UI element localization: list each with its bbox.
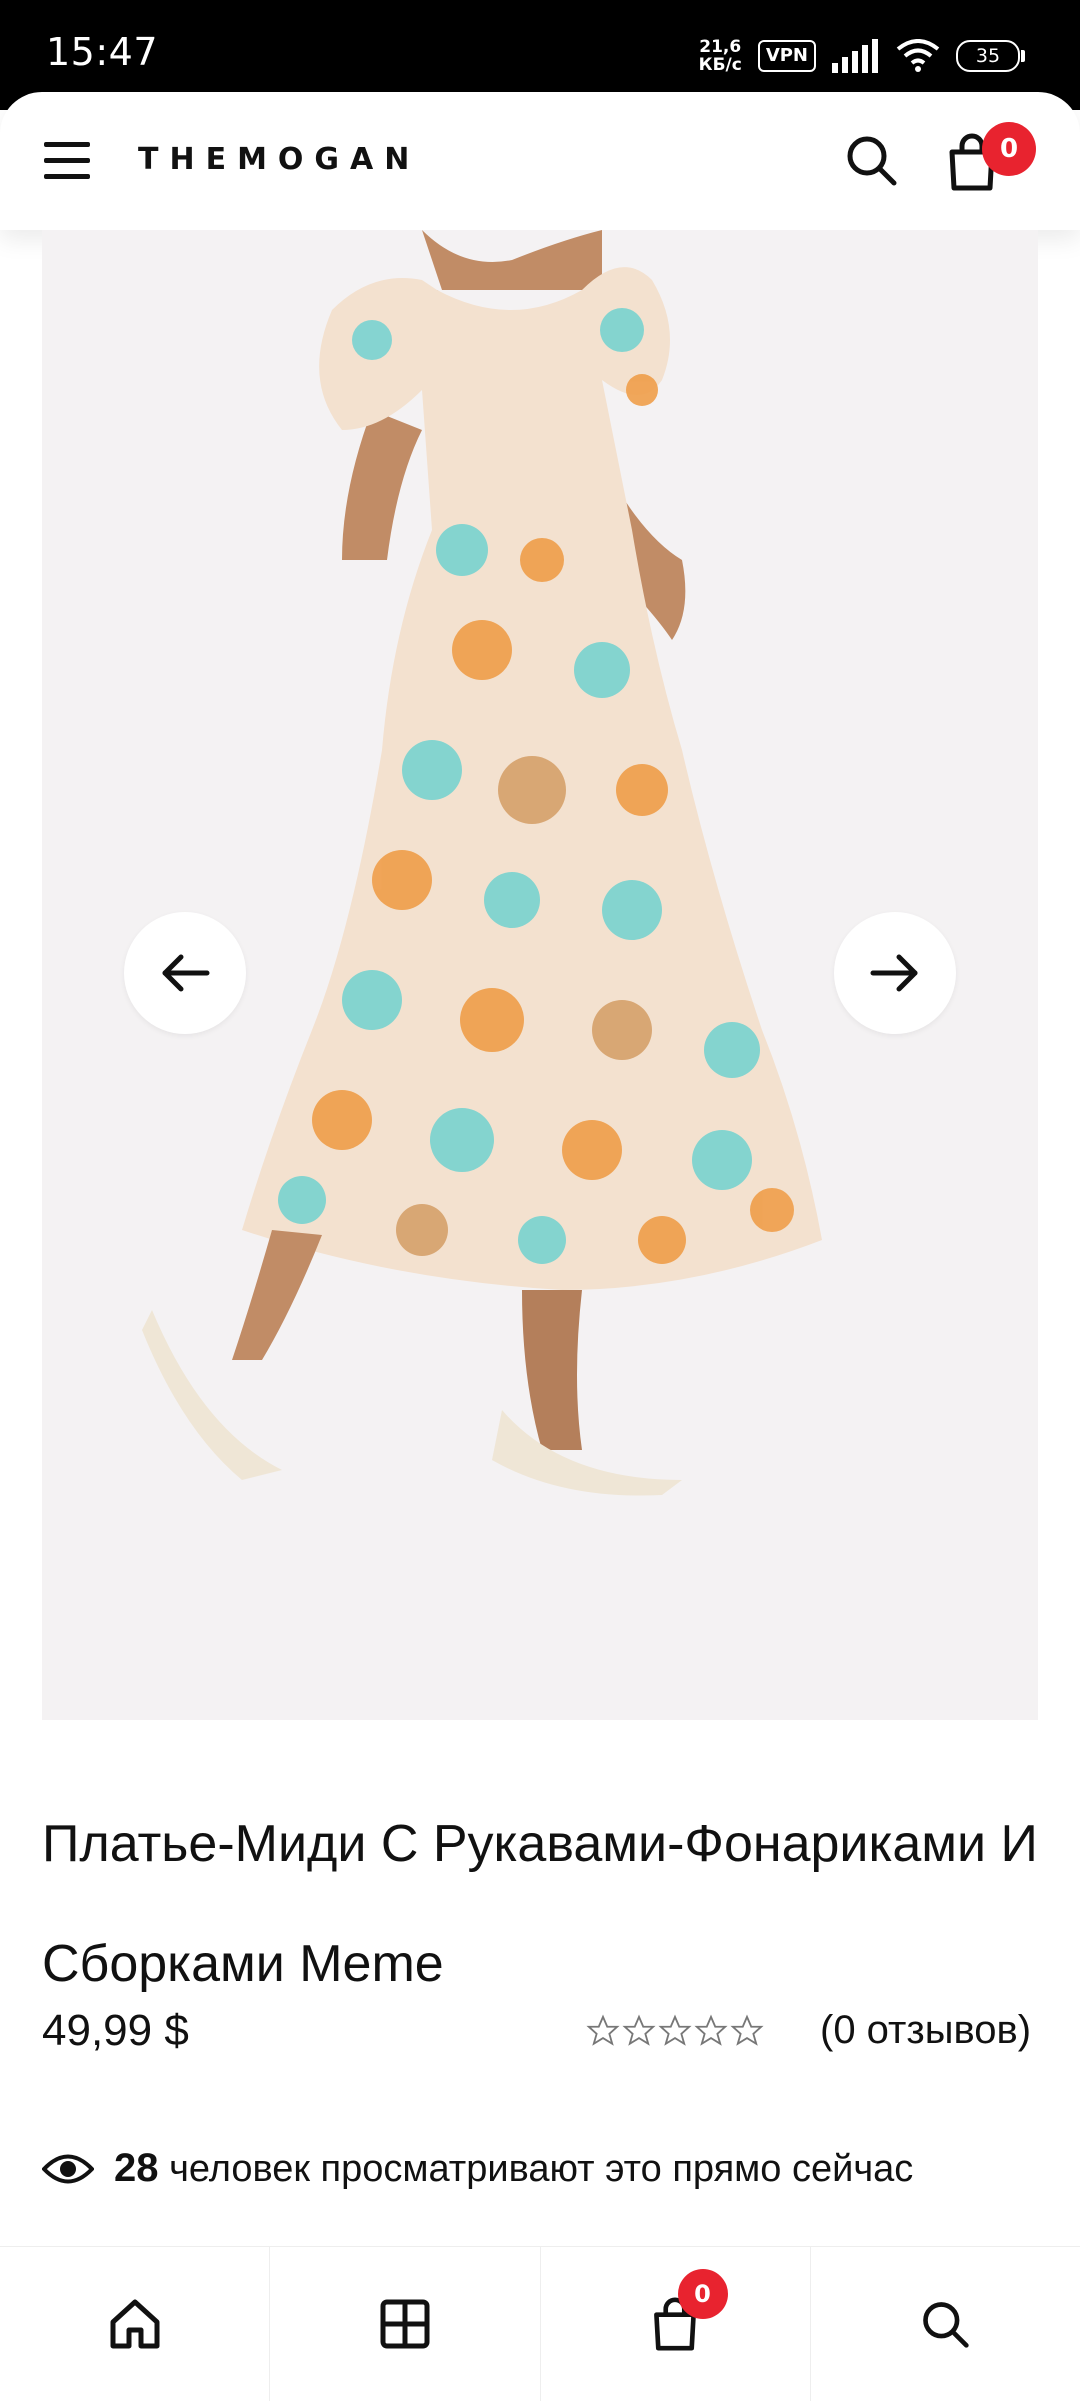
nav-catalog[interactable]	[270, 2247, 541, 2401]
live-viewers: 28 человек просматривают это прямо сейча…	[42, 2146, 913, 2191]
vpn-badge: VPN	[757, 40, 816, 72]
search-icon	[923, 2302, 970, 2348]
viewers-text: человек просматривают это прямо сейчас	[169, 2148, 914, 2190]
status-icons: 21,6 КБ/с VPN 35	[698, 36, 1025, 76]
star-outline-icon	[622, 2014, 656, 2046]
product-title: Платье-Миди С Рукавами-Фонариками И Сбор…	[42, 1815, 1038, 1993]
arrow-left-icon	[162, 954, 210, 992]
nav-cart[interactable]: 0	[541, 2247, 811, 2401]
battery-indicator: 35	[956, 40, 1025, 72]
prev-image-button[interactable]	[124, 912, 246, 1034]
grid-icon	[380, 2299, 430, 2349]
arrow-right-icon	[870, 954, 918, 992]
brand-logo[interactable]: THEMOGAN	[138, 142, 420, 177]
wifi-icon	[896, 39, 940, 72]
bottom-navigation: 0	[0, 2246, 1080, 2401]
product-price: 49,99 $	[42, 2006, 189, 2055]
viewers-count: 28	[114, 2146, 159, 2190]
next-image-button[interactable]	[834, 912, 956, 1034]
menu-icon[interactable]	[44, 142, 92, 180]
home-icon	[110, 2299, 160, 2349]
star-outline-icon	[586, 2014, 620, 2046]
status-time: 15:47	[46, 30, 159, 74]
cart-count-badge: 0	[982, 122, 1036, 176]
network-speed: 21,6 КБ/с	[698, 37, 742, 75]
star-outline-icon	[658, 2014, 692, 2046]
product-image[interactable]	[42, 230, 1038, 1720]
app-header: THEMOGAN	[0, 92, 1080, 230]
nav-cart-badge: 0	[677, 2269, 728, 2319]
rating-stars[interactable]	[586, 2014, 764, 2048]
eye-icon	[42, 2154, 94, 2183]
star-outline-icon	[694, 2014, 728, 2046]
reviews-link[interactable]: (0 отзывов)	[820, 2008, 1031, 2053]
signal-icon	[832, 39, 878, 73]
star-outline-icon	[730, 2014, 764, 2046]
search-icon[interactable]	[843, 132, 899, 188]
nav-search[interactable]	[811, 2247, 1080, 2401]
nav-home[interactable]	[0, 2247, 271, 2401]
